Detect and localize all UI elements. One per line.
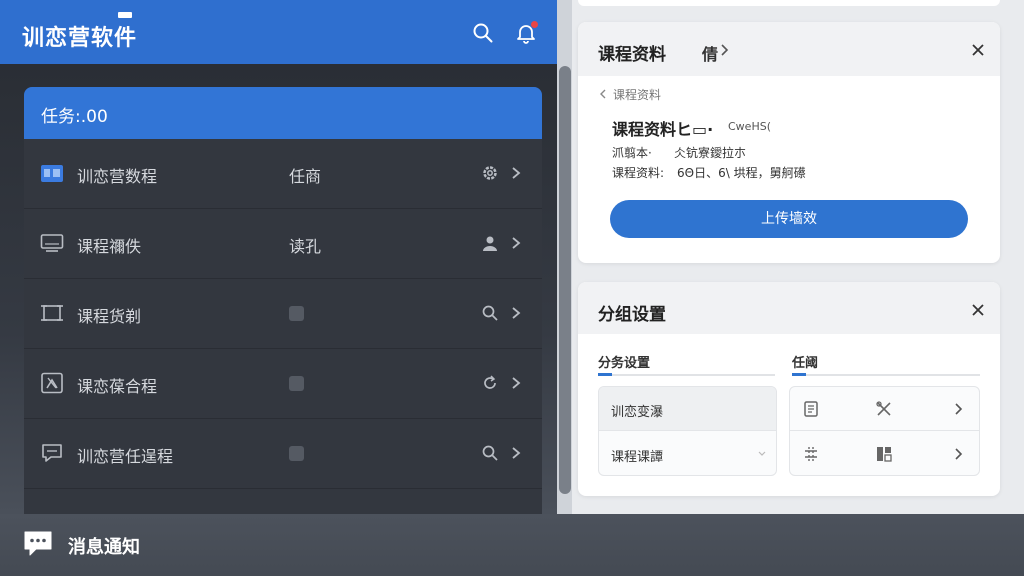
gear-icon[interactable] — [481, 164, 499, 182]
message-icon[interactable] — [23, 528, 53, 558]
row-checkbox[interactable] — [289, 306, 304, 321]
search-icon[interactable] — [472, 22, 494, 44]
info-line-1-value: 仌钪寮鑀拉朩 — [674, 146, 747, 160]
upload-button[interactable]: 上传墙效 — [610, 200, 968, 238]
tools-icon[interactable] — [875, 400, 893, 418]
task-row-label: 训恋营任逞程 — [77, 447, 174, 466]
app-header: 训恋营软件 — [0, 0, 560, 64]
task-header: 任务:.00 — [24, 87, 542, 139]
tab-active-indicator — [792, 373, 806, 376]
chevron-right-icon[interactable] — [509, 164, 523, 182]
action-row — [790, 387, 979, 431]
task-action-box — [789, 386, 980, 476]
chevron-right-icon[interactable] — [720, 43, 730, 57]
chevron-right-icon[interactable] — [950, 400, 968, 418]
search-icon[interactable] — [481, 444, 499, 462]
close-icon[interactable] — [971, 303, 985, 317]
top-card-edge — [578, 0, 1000, 6]
notification-label: 消息通知 — [68, 537, 140, 558]
close-icon[interactable] — [971, 43, 985, 57]
task-row-value: 读孔 — [289, 237, 322, 256]
title-mark — [118, 12, 132, 18]
task-row[interactable]: 课恋葆合程 — [24, 349, 542, 419]
course-card-title: 课程资料 — [598, 45, 666, 65]
notification-bar[interactable]: 消息通知 — [0, 514, 1024, 576]
chevron-down-icon[interactable] — [757, 450, 767, 458]
calendar-icon — [41, 165, 63, 182]
chevron-right-icon[interactable] — [509, 444, 523, 462]
group-list-item-label: 课程课譚 — [611, 450, 664, 465]
task-row-label: 训恋营数程 — [77, 167, 158, 186]
user-icon[interactable] — [481, 234, 499, 252]
search-icon[interactable] — [481, 304, 499, 322]
image-icon — [41, 372, 63, 394]
task-row-label: 课恋葆合程 — [77, 377, 158, 396]
course-item-tag: CweHS( — [728, 120, 771, 133]
layout-icon[interactable] — [875, 445, 893, 463]
document-icon[interactable] — [802, 400, 820, 418]
chevron-right-icon[interactable] — [509, 234, 523, 252]
chevron-right-icon[interactable] — [950, 445, 968, 463]
task-card: 任务:.00 训恋营数程 任商 课程禰佚 读孔 课程货剃 课恋葆合程 训恋营任逞… — [24, 87, 542, 527]
group-settings-card: 分组设置 分务设置 任阈 训恋变瀑 课程课譚 — [578, 282, 1000, 496]
breadcrumb[interactable]: 课程资料 — [613, 86, 661, 103]
chat-icon — [42, 444, 62, 462]
notification-dot — [531, 21, 538, 28]
tab-task[interactable]: 任阈 — [792, 352, 818, 371]
group-list-item[interactable]: 训恋变瀑 — [599, 387, 776, 431]
tab-underline — [598, 374, 775, 376]
course-item-title: 课程资料ヒ▭· — [612, 120, 714, 139]
tab-underline — [792, 374, 980, 376]
task-row-label: 课程货剃 — [77, 307, 142, 326]
task-row[interactable]: 课程货剃 — [24, 279, 542, 349]
app-title: 训恋营软件 — [22, 26, 138, 51]
move-icon[interactable] — [802, 445, 820, 463]
group-card-title: 分组设置 — [598, 305, 666, 325]
task-row[interactable]: 训恋营数程 任商 — [24, 139, 542, 209]
info-line-2-label: 课程资料: — [612, 166, 665, 180]
tab-group-settings[interactable]: 分务设置 — [598, 352, 650, 371]
info-line-2-value: 6Θ日、6\ 垬程，舅舸礤 — [677, 166, 806, 180]
info-line-1-label: 沠翦本· — [612, 146, 652, 160]
group-list: 训恋变瀑 课程课譚 — [598, 386, 777, 476]
course-materials-card: 课程资料 倩 课程资料 课程资料ヒ▭· CweHS( 沠翦本· 仌钪寮鑀拉朩 课… — [578, 22, 1000, 263]
frame-icon — [41, 305, 63, 321]
group-list-item[interactable]: 课程课譚 — [599, 432, 776, 475]
group-list-item-label: 训恋变瀑 — [611, 405, 664, 420]
scrollbar-thumb[interactable] — [559, 66, 571, 494]
task-row-label: 课程禰佚 — [77, 237, 142, 256]
action-row — [790, 432, 979, 475]
task-row[interactable]: 训恋营任逞程 — [24, 419, 542, 489]
row-checkbox[interactable] — [289, 376, 304, 391]
task-row[interactable]: 课程禰佚 读孔 — [24, 209, 542, 279]
row-checkbox[interactable] — [289, 446, 304, 461]
chevron-left-icon[interactable] — [599, 88, 607, 100]
chevron-right-icon[interactable] — [509, 374, 523, 392]
tab-active-indicator — [598, 373, 612, 376]
refresh-icon[interactable] — [481, 374, 499, 392]
chevron-right-icon[interactable] — [509, 304, 523, 322]
monitor-icon — [40, 234, 64, 252]
task-row-value: 任商 — [289, 167, 322, 186]
course-card-tab[interactable]: 倩 — [702, 41, 718, 65]
